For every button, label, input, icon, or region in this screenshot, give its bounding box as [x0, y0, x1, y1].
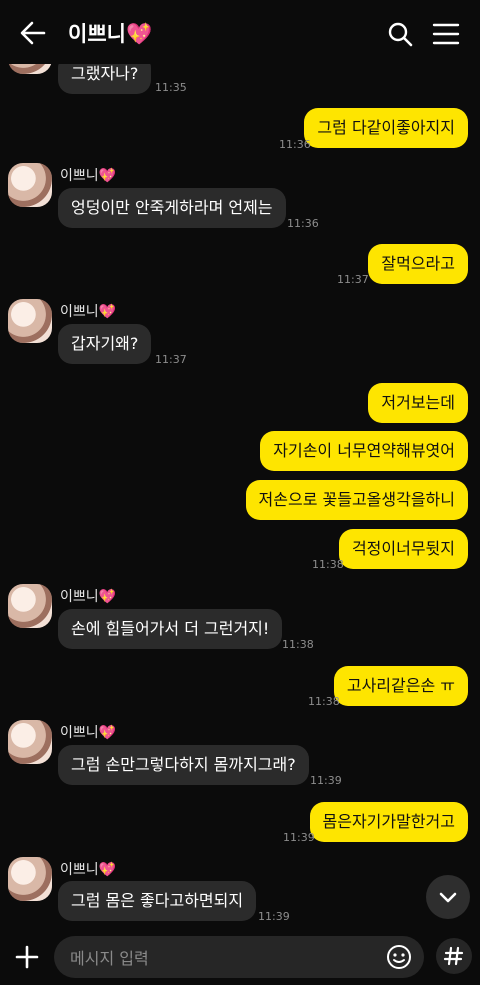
message-bubble-outgoing[interactable]: 고사리같은손 ㅠ	[333, 666, 468, 706]
message-bubble-incoming[interactable]: 그럼 손만그렇다하지 몸까지그래?	[58, 745, 309, 785]
message-bubble-incoming[interactable]: 손에 힘들어가서 더 그런거지!	[58, 609, 283, 649]
message-input-container[interactable]	[54, 936, 424, 980]
avatar[interactable]	[8, 299, 52, 343]
message-time: 11:38	[282, 638, 314, 651]
plus-icon[interactable]	[12, 942, 42, 972]
message-time: 11:36	[279, 138, 311, 151]
message-time: 11:39	[258, 910, 290, 923]
message-time: 11:38	[308, 695, 340, 708]
message-bubble-outgoing[interactable]: 저손으로 꽃들고올생각을하니	[245, 480, 468, 520]
message-bubble-outgoing[interactable]: 잘먹으라고	[368, 244, 468, 284]
message-time: 11:38	[312, 558, 344, 571]
message-bubble-outgoing[interactable]: 그럼 다같이좋아지지	[304, 108, 468, 148]
avatar[interactable]	[8, 720, 52, 764]
sender-name: 이쁘니💖	[60, 589, 117, 605]
menu-icon[interactable]	[432, 20, 460, 48]
sender-name: 이쁘니💖	[60, 725, 117, 741]
avatar[interactable]	[8, 857, 52, 901]
avatar[interactable]	[8, 584, 52, 628]
message-time: 11:37	[337, 273, 369, 286]
message-time: 11:35	[155, 81, 187, 94]
chat-header: 이쁘니💖	[0, 0, 480, 64]
message-bubble-incoming[interactable]: 엉덩이만 안죽게하라며 언제는	[58, 188, 286, 228]
message-bubble-incoming[interactable]: 그럼 몸은 좋다고하면되지	[58, 881, 257, 921]
message-bubble-outgoing[interactable]: 저거보는데	[368, 383, 468, 423]
message-bubble-outgoing[interactable]: 걱정이너무뒷지	[338, 529, 468, 569]
chat-area: 그랬자나? 11:35 그럼 다같이좋아지지 11:36 이쁘니💖 엉덩이만 안…	[0, 0, 480, 985]
search-icon[interactable]	[386, 20, 414, 48]
hash-icon[interactable]	[436, 938, 472, 974]
emoji-icon[interactable]	[386, 944, 412, 970]
message-time: 11:39	[283, 831, 315, 844]
message-time: 11:37	[155, 353, 187, 366]
sender-name: 이쁘니💖	[60, 862, 117, 878]
chevron-down-icon	[439, 892, 457, 903]
message-bubble-outgoing[interactable]: 자기손이 너무연약해뷰엿어	[260, 431, 468, 471]
message-time: 11:39	[310, 774, 342, 787]
chat-title-text: 이쁘니	[68, 22, 126, 46]
chat-title: 이쁘니💖	[68, 18, 152, 48]
heart-icon: 💖	[125, 22, 153, 46]
sender-name: 이쁘니💖	[60, 304, 117, 320]
message-bubble-outgoing[interactable]: 몸은자기가말한거고	[309, 802, 468, 842]
avatar[interactable]	[8, 163, 52, 207]
message-time: 11:36	[287, 217, 319, 230]
message-input[interactable]	[68, 936, 372, 980]
sender-name: 이쁘니💖	[60, 168, 117, 184]
message-bubble-incoming[interactable]: 갑자기왜?	[58, 324, 152, 364]
arrow-left-icon[interactable]	[18, 18, 48, 48]
scroll-to-bottom-button[interactable]	[426, 875, 470, 919]
